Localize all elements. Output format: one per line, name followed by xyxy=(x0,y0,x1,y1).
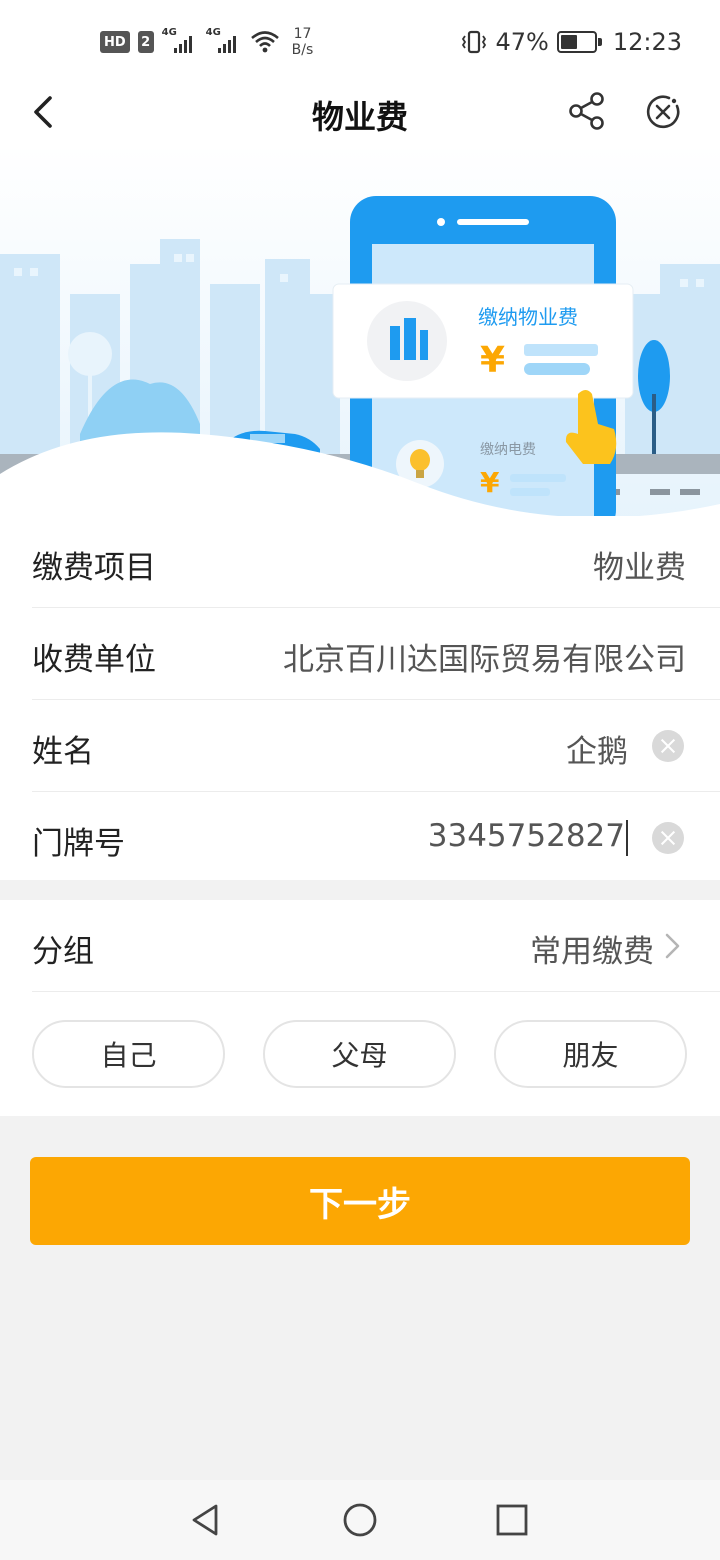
form-row-unit: 收费单位 北京百川达国际贸易有限公司 xyxy=(32,608,720,700)
status-right: 47% 12:23 xyxy=(461,28,682,56)
name-input[interactable]: 企鹅 xyxy=(566,726,628,771)
vibrate-icon xyxy=(462,30,487,54)
payment-item-value: 物业费 xyxy=(593,550,686,586)
house-number-label: 门牌号 xyxy=(32,826,125,862)
form-row-house-number: 门牌号 3345752827 xyxy=(32,792,720,882)
clear-name-icon[interactable] xyxy=(652,730,684,762)
clock: 12:23 xyxy=(612,28,682,56)
circle-home-icon[interactable] xyxy=(340,1500,380,1540)
name-label: 姓名 xyxy=(32,734,94,770)
triangle-back-icon[interactable] xyxy=(186,1500,226,1540)
clear-house-number-icon[interactable] xyxy=(652,822,684,854)
chevron-right-icon xyxy=(665,933,680,959)
banner-illustration: 缴纳电费 ¥ 缴纳物业费 ¥ xyxy=(0,144,720,524)
banner-card-currency: ¥ xyxy=(480,340,505,381)
network-speed-unit: B/s xyxy=(291,42,314,58)
chip-self[interactable]: 自己 xyxy=(32,1020,225,1088)
signal-icon: 4G xyxy=(162,27,198,55)
group-section: 分组 常用缴费 自己 父母 朋友 xyxy=(0,900,720,1116)
form-row-name: 姓名 企鹅 xyxy=(32,700,720,792)
banner-secondary-currency: ¥ xyxy=(480,466,500,499)
group-chips: 自己 父母 朋友 xyxy=(32,1020,687,1088)
chip-friends[interactable]: 朋友 xyxy=(494,1020,687,1088)
payee-unit-label: 收费单位 xyxy=(32,642,156,678)
title-bar: 物业费 xyxy=(0,84,720,144)
page-title: 物业费 xyxy=(311,98,408,136)
status-left: HD 2 4G 4G 17 B/s xyxy=(100,26,313,58)
banner-secondary-title: 缴纳电费 xyxy=(480,442,536,458)
wifi-icon xyxy=(250,31,279,53)
system-nav-bar xyxy=(0,1480,720,1560)
next-step-button[interactable]: 下一步 xyxy=(30,1157,690,1245)
close-circle-icon[interactable] xyxy=(643,92,683,132)
banner-card-title: 缴纳物业费 xyxy=(478,305,578,329)
network-speed: 17 B/s xyxy=(292,26,314,58)
sim-badge: 2 xyxy=(137,31,154,53)
share-icon[interactable] xyxy=(566,90,608,132)
group-label: 分组 xyxy=(32,934,94,970)
hd-badge: HD xyxy=(100,31,130,53)
payment-form: 缴费项目 物业费 收费单位 北京百川达国际贸易有限公司 姓名 企鹅 门牌号 33… xyxy=(0,516,720,880)
battery-icon xyxy=(556,31,602,53)
text-cursor xyxy=(626,819,628,856)
payment-item-label: 缴费项目 xyxy=(32,550,156,586)
banner: 缴纳电费 ¥ 缴纳物业费 ¥ xyxy=(0,144,720,524)
form-row-item: 缴费项目 物业费 xyxy=(32,516,720,608)
house-number-value: 3345752827 xyxy=(427,818,625,854)
status-bar: HD 2 4G 4G 17 B/s 47% 12:23 xyxy=(0,0,720,84)
house-number-input[interactable]: 3345752827 xyxy=(428,818,628,856)
group-row[interactable]: 分组 常用缴费 xyxy=(32,900,720,992)
chip-parents[interactable]: 父母 xyxy=(263,1020,456,1088)
square-recents-icon[interactable] xyxy=(492,1500,532,1540)
payee-unit-value: 北京百川达国际贸易有限公司 xyxy=(283,642,686,678)
battery-percent: 47% xyxy=(495,28,549,56)
group-value: 常用缴费 xyxy=(530,934,654,970)
network-speed-value: 17 xyxy=(293,26,312,42)
signal-icon: 4G xyxy=(206,27,242,55)
